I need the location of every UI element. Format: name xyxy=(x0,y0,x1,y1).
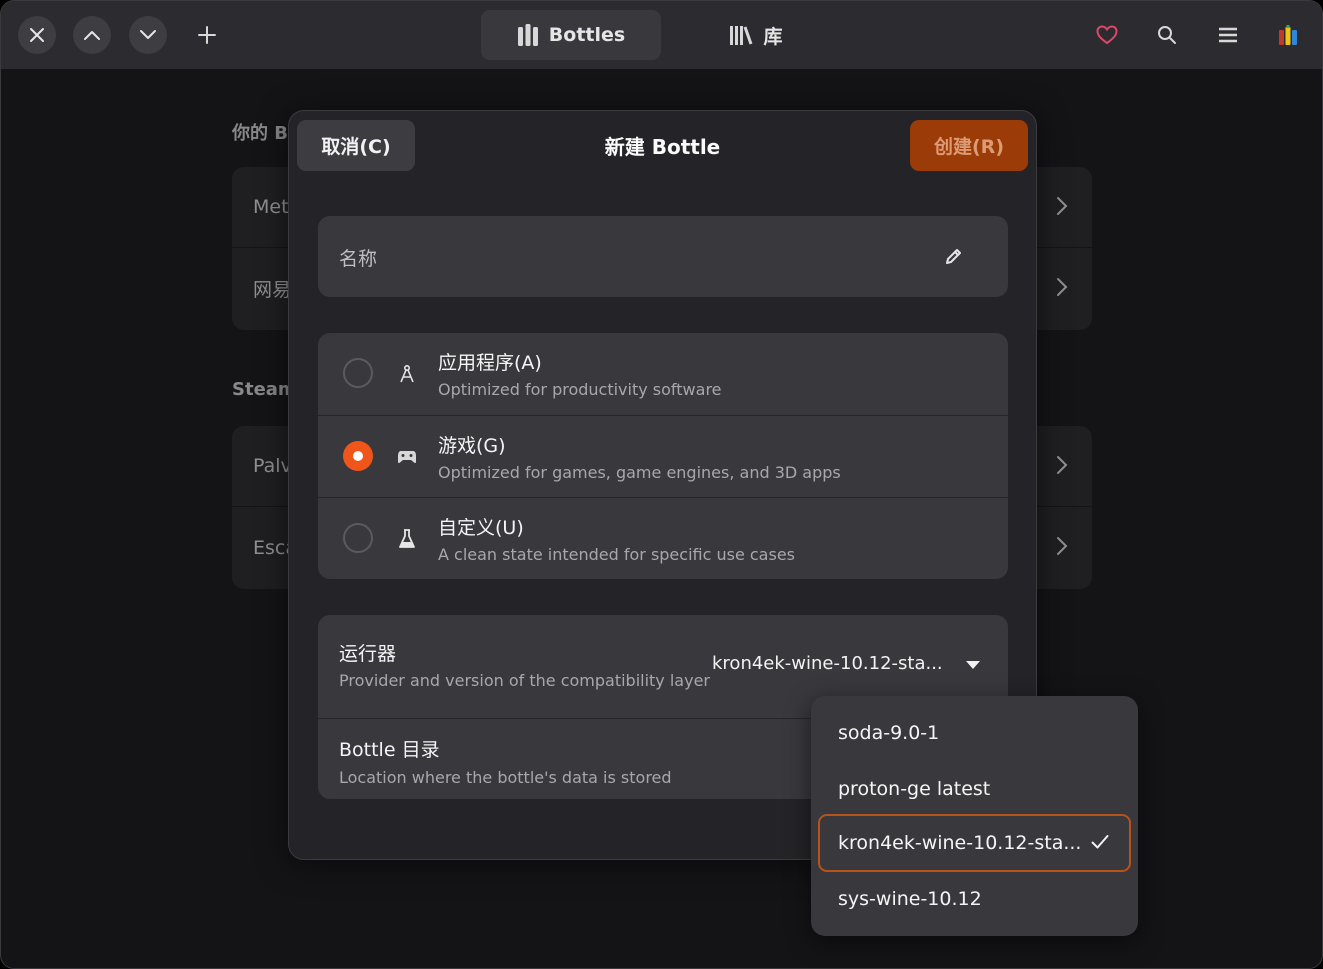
runner-dropdown-value[interactable]: kron4ek-wine-10.12-sta... xyxy=(712,653,943,674)
main-menu-button[interactable] xyxy=(1209,16,1247,54)
radio-button-selected[interactable] xyxy=(343,441,373,471)
chevron-up-icon xyxy=(84,31,100,40)
edit-pencil-icon[interactable] xyxy=(944,246,964,266)
type-option-subtitle: Optimized for games, game engines, and 3… xyxy=(438,463,841,482)
radio-button[interactable] xyxy=(343,523,373,553)
search-icon xyxy=(1158,26,1176,44)
type-option-title: 应用程序(A) xyxy=(438,352,542,374)
runner-option[interactable]: soda-9.0-1 xyxy=(818,704,1131,762)
create-button[interactable]: 创建(R) xyxy=(910,120,1028,171)
runner-title: 运行器 xyxy=(339,643,397,665)
chevron-down-icon xyxy=(140,30,156,39)
next-button[interactable] xyxy=(129,16,167,54)
name-placeholder: 名称 xyxy=(339,248,378,270)
app-logo xyxy=(1269,16,1307,54)
runner-option-selected[interactable]: kron4ek-wine-10.12-sta... xyxy=(818,814,1131,872)
type-option-subtitle: A clean state intended for specific use … xyxy=(438,545,795,564)
type-option-application[interactable]: 应用程序(A) Optimized for productivity softw… xyxy=(318,333,1008,415)
radio-button[interactable] xyxy=(343,358,373,388)
previous-button[interactable] xyxy=(73,16,111,54)
app-window: Bottles 库 你的 B Met 网易 Steam Palv Esca 取消… xyxy=(0,0,1323,969)
tab-bottles[interactable]: Bottles xyxy=(481,10,661,60)
tab-library-label: 库 xyxy=(763,25,783,48)
runner-popover: soda-9.0-1 proton-ge latest kron4ek-wine… xyxy=(811,696,1138,936)
close-icon xyxy=(30,28,44,42)
type-option-gaming[interactable]: 游戏(G) Optimized for games, game engines,… xyxy=(318,415,1008,497)
app-logo-icon xyxy=(1279,25,1297,45)
library-icon xyxy=(730,26,753,45)
type-option-custom[interactable]: 自定义(U) A clean state intended for specif… xyxy=(318,497,1008,579)
donate-button[interactable] xyxy=(1088,16,1126,54)
runner-option[interactable]: sys-wine-10.12 xyxy=(818,870,1131,928)
close-button[interactable] xyxy=(18,16,56,54)
runner-subtitle: Provider and version of the compatibilit… xyxy=(339,671,710,690)
type-option-title: 自定义(U) xyxy=(438,517,524,539)
name-field[interactable]: 名称 xyxy=(318,216,1008,297)
runner-option-label: kron4ek-wine-10.12-sta... xyxy=(838,832,1082,854)
add-button[interactable] xyxy=(188,16,226,54)
plus-icon xyxy=(198,26,216,44)
runner-option-label: proton-ge latest xyxy=(838,778,991,800)
environment-type-group: 应用程序(A) Optimized for productivity softw… xyxy=(318,333,1008,579)
runner-option-label: soda-9.0-1 xyxy=(838,722,940,744)
flask-icon xyxy=(396,528,418,550)
menu-icon xyxy=(1219,27,1237,43)
tab-library[interactable]: 库 xyxy=(671,10,841,60)
directory-subtitle: Location where the bottle's data is stor… xyxy=(339,768,672,787)
tab-bottles-label: Bottles xyxy=(548,24,626,46)
type-option-title: 游戏(G) xyxy=(438,435,506,457)
directory-title: Bottle 目录 xyxy=(339,739,440,761)
runner-option[interactable]: proton-ge latest xyxy=(818,760,1131,818)
type-option-subtitle: Optimized for productivity software xyxy=(438,380,722,399)
checkmark-icon xyxy=(1091,835,1109,849)
compass-icon xyxy=(396,363,418,385)
bottles-icon xyxy=(517,24,538,46)
search-button[interactable] xyxy=(1148,16,1186,54)
header-bar: Bottles 库 xyxy=(1,1,1322,69)
runner-option-label: sys-wine-10.12 xyxy=(838,888,982,910)
heart-icon xyxy=(1096,25,1118,45)
dropdown-arrow-icon[interactable] xyxy=(966,661,980,670)
gamepad-icon xyxy=(396,446,418,468)
popover-arrow xyxy=(963,677,989,697)
